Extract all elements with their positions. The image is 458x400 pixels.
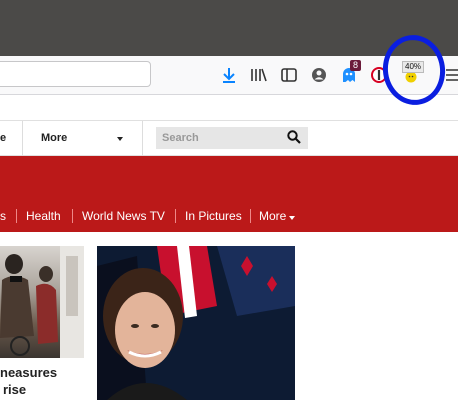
menu-item-more[interactable]: More [259,209,286,223]
extension-badge: 8 [350,60,362,71]
nav-separator [142,121,143,156]
nav-item-partial[interactable]: e [0,132,6,144]
nav-separator [22,121,23,156]
menu-separator [250,209,251,223]
menu-item-partial[interactable]: s [0,209,6,223]
article-headline-line2[interactable]: rise [3,382,26,397]
article-photo-street[interactable] [0,246,84,358]
article-photo-portrait[interactable] [97,246,295,400]
site-navbar: e More Search [0,120,458,156]
url-bar[interactable] [0,61,151,87]
sidebar-icon[interactable] [280,66,298,84]
article-headline-line1[interactable]: neasures [0,365,57,380]
search-icon[interactable] [287,130,301,149]
menu-item-world-news-tv[interactable]: World News TV [82,209,165,223]
search-placeholder: Search [162,132,199,144]
menu-separator [16,209,17,223]
menu-item-in-pictures[interactable]: In Pictures [185,209,242,223]
menu-separator [175,209,176,223]
toolbar-divider [0,94,458,95]
menu-icon[interactable] [444,66,458,84]
menu-more-chevron-icon [289,216,295,220]
menu-separator [72,209,73,223]
nav-more-chevron-icon [117,137,123,141]
download-icon[interactable] [220,66,238,84]
account-icon[interactable] [310,66,328,84]
library-icon[interactable] [250,66,268,84]
nav-more-button[interactable]: More [41,132,67,144]
search-input[interactable]: Search [156,127,308,149]
menu-item-health[interactable]: Health [26,209,61,223]
